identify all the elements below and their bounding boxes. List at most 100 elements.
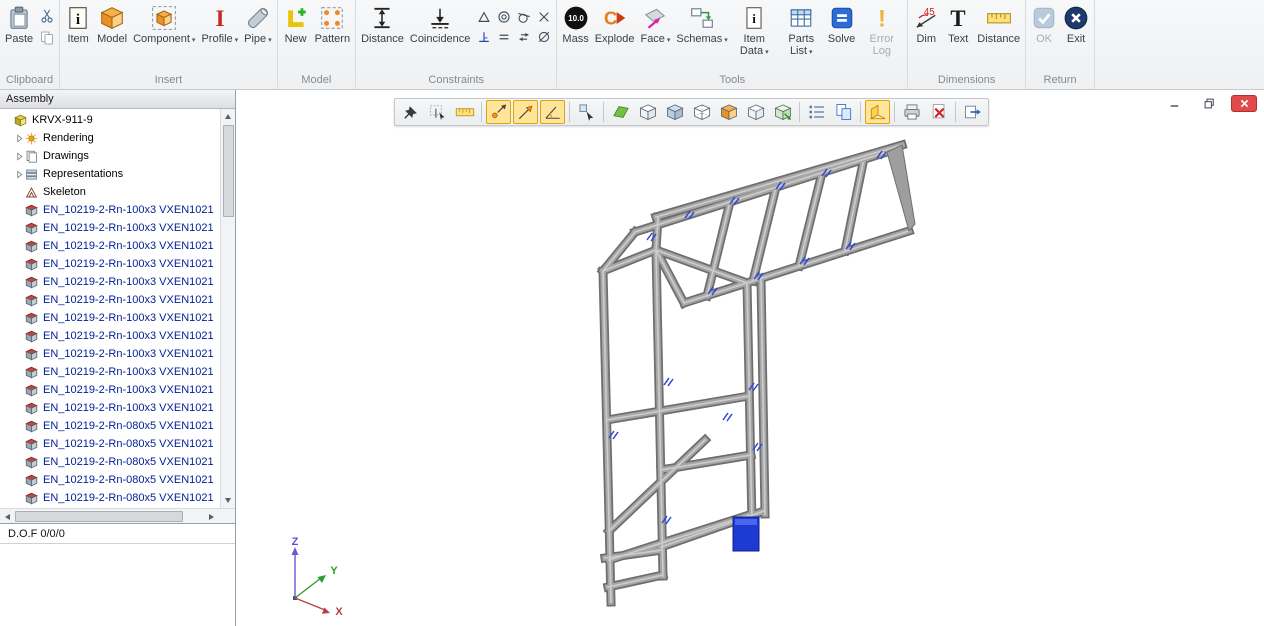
tree-item-part[interactable]: EN_10219-2-Rn-080x5 VXEN1021	[0, 417, 220, 435]
coincidence-button[interactable]: Coincidence	[407, 2, 474, 46]
expand-arrow-icon[interactable]	[14, 134, 25, 143]
scroll-down-arrow[interactable]	[221, 493, 235, 508]
dof-value: D.O.F 0/0/0	[8, 528, 65, 540]
tree-horizontal-scrollbar[interactable]	[0, 508, 235, 523]
tree-item-skeleton[interactable]: Skeleton	[0, 183, 220, 201]
tree-item-part[interactable]: EN_10219-2-Rn-100x3 VXEN1021	[0, 255, 220, 273]
opposite-constraint-button[interactable]	[514, 27, 533, 46]
corner-view-button[interactable]	[865, 100, 890, 124]
copy-button[interactable]	[37, 28, 56, 47]
assembly-panel-header: Assembly	[0, 90, 235, 109]
expand-arrow-icon[interactable]	[14, 170, 25, 179]
snap-angle-button[interactable]	[540, 100, 565, 124]
angle-constraint-button[interactable]	[474, 7, 493, 26]
tree-item-part[interactable]: EN_10219-2-Rn-100x3 VXEN1021	[0, 273, 220, 291]
tree-item-part[interactable]: EN_10219-2-Rn-100x3 VXEN1021	[0, 327, 220, 345]
pin-button[interactable]	[398, 100, 423, 124]
tree-item-part[interactable]: EN_10219-2-Rn-100x3 VXEN1021	[0, 309, 220, 327]
distance-constraint-button[interactable]: Distance	[358, 2, 407, 46]
tree-item-part[interactable]: EN_10219-2-Rn-080x5 VXEN1021	[0, 435, 220, 453]
error-log-button[interactable]: !Error Log	[858, 2, 905, 59]
pick-element-button[interactable]	[574, 100, 599, 124]
tree-item-part[interactable]: EN_10219-2-Rn-080x5 VXEN1021	[0, 453, 220, 471]
minimize-icon	[1167, 96, 1182, 111]
viewport-3d[interactable]: Z Y X	[237, 90, 1264, 626]
part-icon	[25, 312, 39, 325]
schemas-button[interactable]: Schemas ▾	[673, 2, 730, 46]
measure-button[interactable]	[452, 100, 477, 124]
paste-button[interactable]: Paste	[2, 2, 36, 46]
select-faces-button[interactable]	[608, 100, 633, 124]
expand-arrow-icon[interactable]	[14, 152, 25, 161]
cross-axes-icon	[537, 10, 551, 24]
diameter-constraint-button[interactable]	[534, 27, 553, 46]
horizontal-scroll-thumb[interactable]	[15, 511, 183, 522]
tree-item-part[interactable]: EN_10219-2-Rn-100x3 VXEN1021	[0, 291, 220, 309]
tree-item-part[interactable]: EN_10219-2-Rn-100x3 VXEN1021	[0, 237, 220, 255]
pick-element-icon	[577, 102, 597, 122]
cross-axes-constraint-button[interactable]	[534, 7, 553, 26]
tree-item-representations[interactable]: Representations	[0, 165, 220, 183]
tree-item-part[interactable]: EN_10219-2-Rn-100x3 VXEN1021	[0, 399, 220, 417]
dim-button[interactable]: 45Dim	[910, 2, 942, 46]
tree-item-part[interactable]: EN_10219-2-Rn-100x3 VXEN1021	[0, 219, 220, 237]
profile-button[interactable]: IProfile ▾	[198, 2, 241, 46]
model-button[interactable]: Model	[94, 2, 130, 46]
display-shaded-button[interactable]	[662, 100, 687, 124]
tree-item-assembly-root[interactable]: KRVX-911-9	[0, 111, 220, 129]
concentric-constraint-button[interactable]	[494, 7, 513, 26]
delete-view-button[interactable]	[926, 100, 951, 124]
tree-item-part[interactable]: EN_10219-2-Rn-100x3 VXEN1021	[0, 201, 220, 219]
item-button[interactable]: iItem	[62, 2, 94, 46]
display-wireframe-button[interactable]	[635, 100, 660, 124]
copy-view-button[interactable]	[831, 100, 856, 124]
minimize-button[interactable]	[1161, 95, 1187, 112]
restore-button[interactable]	[1196, 95, 1222, 112]
vertical-scroll-thumb[interactable]	[223, 125, 234, 217]
display-hidden-lines-button[interactable]	[689, 100, 714, 124]
tree-item-drawings[interactable]: Drawings	[0, 147, 220, 165]
scroll-right-arrow[interactable]	[204, 509, 219, 524]
scroll-left-arrow[interactable]	[0, 509, 15, 524]
tree-item-part[interactable]: EN_10219-2-Rn-100x3 VXEN1021	[0, 381, 220, 399]
mass-button[interactable]: 10.0Mass	[559, 2, 591, 46]
explode-button[interactable]: CExplode	[592, 2, 638, 46]
tree-item-rendering[interactable]: Rendering	[0, 129, 220, 147]
scroll-up-arrow[interactable]	[221, 109, 235, 124]
tree-item-part[interactable]: EN_10219-2-Rn-080x5 VXEN1021	[0, 489, 220, 507]
part-icon	[25, 240, 39, 253]
list-view-button[interactable]	[804, 100, 829, 124]
solve-button[interactable]: Solve	[825, 2, 859, 46]
snap-point-button[interactable]	[486, 100, 511, 124]
button-label: Mass	[562, 33, 588, 45]
cut-button[interactable]	[37, 6, 56, 25]
part-icon	[25, 366, 39, 379]
close-button[interactable]	[1231, 95, 1257, 112]
tree-item-part[interactable]: EN_10219-2-Rn-100x3 VXEN1021	[0, 345, 220, 363]
tree-item-part[interactable]: EN_10219-2-Rn-080x5 VXEN1021	[0, 471, 220, 489]
parts-list-button[interactable]: Parts List ▾	[778, 2, 825, 59]
tree-item-part[interactable]: EN_10219-2-Rn-100x3 VXEN1021	[0, 363, 220, 381]
perpendicular-constraint-button[interactable]	[474, 27, 493, 46]
pipe-button[interactable]: Pipe ▾	[241, 2, 275, 46]
ok-button[interactable]: OK	[1028, 2, 1060, 46]
text-button[interactable]: TText	[942, 2, 974, 46]
component-button[interactable]: Component ▾	[130, 2, 198, 46]
display-section-button[interactable]	[716, 100, 741, 124]
toolbar-separator	[569, 102, 570, 122]
distance-dimension-button[interactable]: Distance	[974, 2, 1023, 46]
export-view-button[interactable]	[960, 100, 985, 124]
display-transparent-button[interactable]	[743, 100, 768, 124]
new-button[interactable]: New	[280, 2, 312, 46]
select-frame-button[interactable]	[425, 100, 450, 124]
tangent-constraint-button[interactable]	[514, 7, 533, 26]
parallel-constraint-button[interactable]	[494, 27, 513, 46]
pattern-button[interactable]: Pattern	[312, 2, 353, 46]
print-button[interactable]	[899, 100, 924, 124]
item-data-button[interactable]: iItem Data ▾	[731, 2, 778, 59]
tree-vertical-scrollbar[interactable]	[220, 109, 235, 508]
snap-direction-button[interactable]	[513, 100, 538, 124]
face-button[interactable]: Face ▾	[637, 2, 673, 46]
display-exploded-button[interactable]	[770, 100, 795, 124]
exit-button[interactable]: Exit	[1060, 2, 1092, 46]
